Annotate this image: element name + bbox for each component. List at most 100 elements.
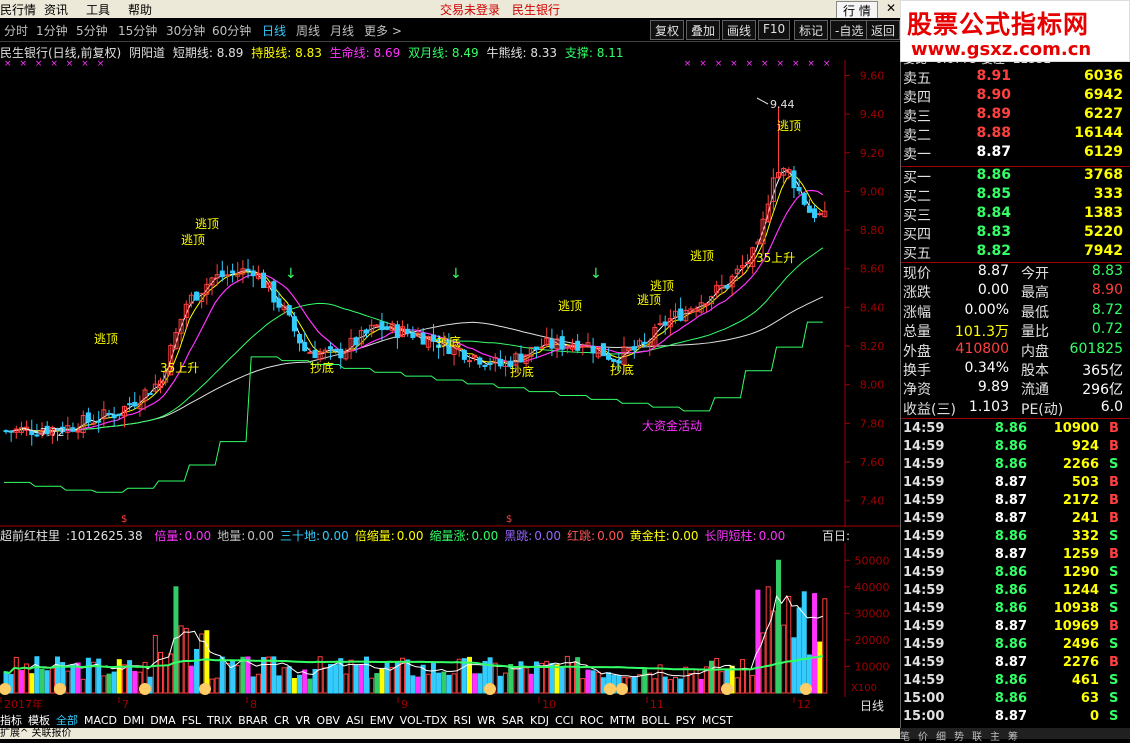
indicator-tab-模板[interactable]: 模板: [28, 714, 50, 727]
stock-title: 民生银行: [512, 3, 561, 17]
draw-button[interactable]: 画线: [722, 20, 757, 40]
indicator-tab-dmi[interactable]: DMI: [123, 714, 144, 727]
indicator-tab-指标[interactable]: 指标: [0, 714, 22, 727]
tick-side: B: [1109, 655, 1119, 670]
indicator-tab-roc[interactable]: ROC: [580, 714, 604, 727]
period-timeshare[interactable]: 分时: [4, 22, 28, 39]
period-side-label: 日线: [860, 699, 885, 713]
indicator-tab-emv[interactable]: EMV: [370, 714, 394, 727]
indicator-tab-psy[interactable]: PSY: [676, 714, 696, 727]
menu-news[interactable]: 资讯: [44, 1, 68, 18]
period-weekly[interactable]: 周线: [296, 22, 320, 39]
signal-marker: ×: [715, 60, 723, 69]
indicator-info-line: 民生银行(日线,前复权) 阴阳道 短期线: 8.89 持股线: 8.83 生命线…: [0, 44, 900, 60]
tick-price: 8.87: [994, 493, 1027, 508]
tick-time: 14:59: [903, 619, 945, 634]
stats-row: 外盘 410800 内盘 601825: [901, 341, 1130, 360]
candle-body: [678, 308, 684, 321]
period-more[interactable]: 更多 >: [364, 22, 402, 39]
tick-time: 14:59: [903, 655, 945, 670]
stat-label: 涨跌: [903, 285, 931, 302]
stat-label: 现价: [903, 266, 931, 282]
close-icon[interactable]: ✕: [886, 1, 896, 15]
indicator-tab-wr[interactable]: WR: [477, 714, 496, 727]
indicator-tab-obv[interactable]: OBV: [317, 714, 340, 727]
indicator-tab-dma[interactable]: DMA: [150, 714, 176, 727]
indicator-tab-sar[interactable]: SAR: [502, 714, 524, 727]
candle-body: [461, 349, 467, 360]
indicator-tab-boll[interactable]: BOLL: [641, 714, 669, 727]
volume-chart[interactable]: 50000 40000 30000 20000 10000 X100: [0, 543, 900, 697]
candle-body: [111, 414, 117, 419]
period-daily[interactable]: 日线: [262, 22, 286, 39]
y-tick-label: 9.20: [860, 147, 885, 160]
stat-label: 今开: [1021, 266, 1049, 282]
indicator-tab-cci[interactable]: CCI: [555, 714, 574, 727]
back-button[interactable]: 返回: [866, 20, 900, 40]
chart-annotation: 逃顶: [558, 299, 582, 313]
indicator-tab-mcst[interactable]: MCST: [702, 714, 733, 727]
tick-time: 14:59: [903, 529, 945, 544]
indicator-tab-trix[interactable]: TRIX: [207, 714, 232, 727]
candle-body: [482, 364, 488, 367]
period-60min[interactable]: 60分钟: [212, 22, 251, 39]
chart-annotation: 抄底: [437, 334, 461, 349]
tick-volume: 461: [1071, 673, 1099, 688]
volume-bar: [276, 675, 282, 694]
buy-volume: 3768: [1084, 167, 1123, 183]
stat-value: 8.87: [977, 263, 1009, 279]
stat-label: 股本: [1021, 363, 1049, 379]
candle-body: [302, 341, 308, 352]
chart-annotation: 逃顶: [181, 233, 205, 247]
indicator-tab-rsi[interactable]: RSI: [453, 714, 471, 727]
period-1min[interactable]: 1分钟: [36, 22, 68, 39]
logo-url: www.gsxz.com.cn: [911, 39, 1092, 60]
period-monthly[interactable]: 月线: [330, 22, 354, 39]
indicator-tab-全部[interactable]: 全部: [56, 714, 78, 727]
signal-marker: ×: [792, 60, 800, 69]
mark-button[interactable]: 标记: [794, 20, 829, 40]
volume-bar: [812, 593, 818, 694]
indicator-tab-cr[interactable]: CR: [274, 714, 289, 727]
hold-line-value: 持股线: 8.83: [251, 46, 322, 60]
panel-tab[interactable]: 势: [954, 732, 964, 743]
period-5min[interactable]: 5分钟: [76, 22, 108, 39]
tick-side: S: [1109, 709, 1119, 724]
candle-body: [497, 358, 503, 367]
indicator-tab-fsl[interactable]: FSL: [182, 714, 201, 727]
panel-tab[interactable]: 联: [972, 732, 982, 743]
dividend-marker: $: [121, 514, 127, 525]
overlay-button[interactable]: 叠加: [686, 20, 721, 40]
indicator-tab-vr[interactable]: VR: [295, 714, 310, 727]
panel-tab[interactable]: 价: [918, 732, 928, 743]
volume-bar: [801, 591, 807, 694]
volume-bar: [116, 659, 122, 694]
indicator-tab-asi[interactable]: ASI: [346, 714, 364, 727]
indicator-tab-macd[interactable]: MACD: [84, 714, 117, 727]
indicator-tab-mtm[interactable]: MTM: [610, 714, 636, 727]
adjust-button[interactable]: 复权: [650, 20, 685, 40]
volume-bar: [817, 641, 823, 694]
menu-quote[interactable]: 民行情: [0, 1, 36, 18]
menu-help[interactable]: 帮助: [128, 1, 152, 18]
y-tick-label: 9.40: [860, 108, 885, 121]
vol-indicator-item: 长阴短柱:: [704, 529, 757, 543]
panel-tab[interactable]: 主: [990, 732, 1000, 743]
watchlist-button[interactable]: -自选: [830, 20, 869, 40]
candle-body: [796, 187, 802, 192]
indicator-tab-brar[interactable]: BRAR: [238, 714, 268, 727]
menu-tools[interactable]: 工具: [86, 1, 110, 18]
panel-tab[interactable]: 笔: [900, 732, 910, 743]
candlestick-chart[interactable]: 9.60 9.40 9.20 9.00 8.80 8.60 8.40 8.20 8.00 7.80…: [0, 60, 900, 527]
panel-tab[interactable]: 筹: [1008, 732, 1018, 743]
candle-body: [96, 420, 102, 423]
panel-tab[interactable]: 细: [936, 732, 946, 743]
status-text[interactable]: 扩展^ 关联报价: [0, 728, 72, 739]
smile-face-icon: [484, 683, 496, 695]
f10-button[interactable]: F10: [758, 20, 791, 40]
indicator-tab-kdj[interactable]: KDJ: [530, 714, 549, 727]
period-30min[interactable]: 30分钟: [166, 22, 205, 39]
candle-body: [106, 412, 112, 415]
indicator-tab-vol-tdx[interactable]: VOL-TDX: [400, 714, 448, 727]
period-15min[interactable]: 15分钟: [118, 22, 157, 39]
